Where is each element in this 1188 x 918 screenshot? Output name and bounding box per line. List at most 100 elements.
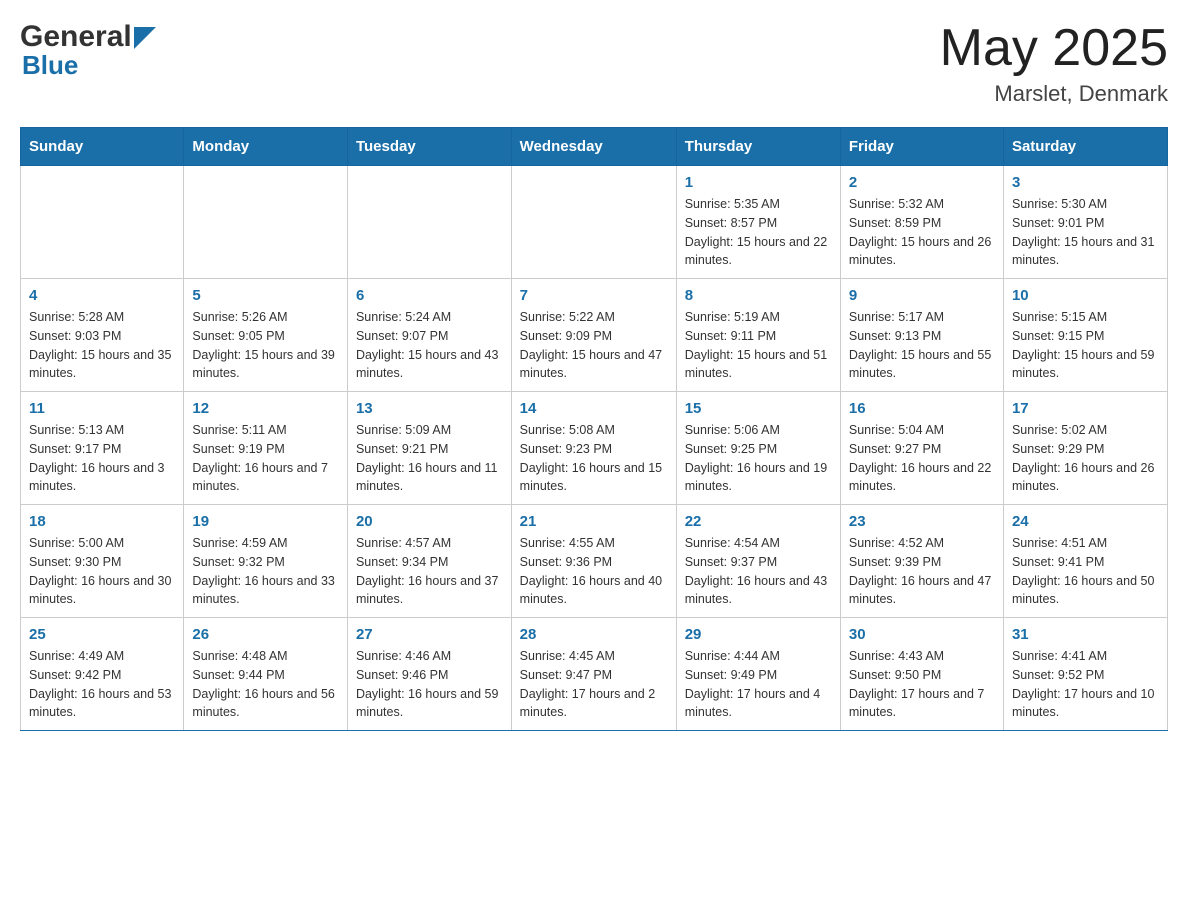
day-number: 22 (685, 513, 832, 530)
day-info: Sunrise: 5:00 AMSunset: 9:30 PMDaylight:… (29, 534, 175, 609)
calendar-cell: 30 Sunrise: 4:43 AMSunset: 9:50 PMDayligh… (840, 618, 1003, 731)
logo-blue: Blue (20, 50, 78, 81)
day-number: 21 (520, 513, 668, 530)
day-number: 6 (356, 287, 503, 304)
day-info: Sunrise: 5:22 AMSunset: 9:09 PMDaylight:… (520, 308, 668, 383)
day-number: 10 (1012, 287, 1159, 304)
logo: General Blue (20, 20, 156, 81)
day-info: Sunrise: 5:28 AMSunset: 9:03 PMDaylight:… (29, 308, 175, 383)
calendar-cell: 13Sunrise: 5:09 AMSunset: 9:21 PMDayligh… (347, 392, 511, 505)
calendar-cell: 14Sunrise: 5:08 AMSunset: 9:23 PMDayligh… (511, 392, 676, 505)
day-number: 28 (520, 626, 668, 643)
calendar-cell: 8 Sunrise: 5:19 AMSunset: 9:11 PMDaylight… (676, 279, 840, 392)
location: Marslet, Denmark (940, 81, 1168, 107)
day-number: 19 (192, 513, 339, 530)
day-number: 14 (520, 400, 668, 417)
calendar-week-2: 4 Sunrise: 5:28 AMSunset: 9:03 PMDaylight… (21, 279, 1168, 392)
page-header: General Blue May 2025 Marslet, Denmark (20, 20, 1168, 107)
title-block: May 2025 Marslet, Denmark (940, 20, 1168, 107)
calendar-cell: 29 Sunrise: 4:44 AMSunset: 9:49 PMDayligh… (676, 618, 840, 731)
calendar-cell: 18 Sunrise: 5:00 AMSunset: 9:30 PMDayligh… (21, 505, 184, 618)
calendar-cell (21, 166, 184, 279)
day-number: 18 (29, 513, 175, 530)
logo-general: General (20, 20, 132, 54)
day-info: Sunrise: 5:24 AMSunset: 9:07 PMDaylight:… (356, 308, 503, 383)
day-info: Sunrise: 4:52 AMSunset: 9:39 PMDaylight:… (849, 534, 995, 609)
day-number: 26 (192, 626, 339, 643)
calendar-cell: 23Sunrise: 4:52 AMSunset: 9:39 PMDayligh… (840, 505, 1003, 618)
day-info: Sunrise: 4:46 AMSunset: 9:46 PMDaylight:… (356, 647, 503, 722)
month-year: May 2025 (940, 20, 1168, 77)
day-number: 11 (29, 400, 175, 417)
day-info: Sunrise: 5:13 AMSunset: 9:17 PMDaylight:… (29, 421, 175, 496)
day-number: 9 (849, 287, 995, 304)
calendar-cell: 20Sunrise: 4:57 AMSunset: 9:34 PMDayligh… (347, 505, 511, 618)
calendar-cell: 17 Sunrise: 5:02 AMSunset: 9:29 PMDayligh… (1003, 392, 1167, 505)
day-number: 4 (29, 287, 175, 304)
calendar-cell: 28 Sunrise: 4:45 AMSunset: 9:47 PMDayligh… (511, 618, 676, 731)
day-info: Sunrise: 4:55 AMSunset: 9:36 PMDaylight:… (520, 534, 668, 609)
day-info: Sunrise: 5:30 AMSunset: 9:01 PMDaylight:… (1012, 195, 1159, 270)
day-number: 16 (849, 400, 995, 417)
calendar-cell: 7 Sunrise: 5:22 AMSunset: 9:09 PMDaylight… (511, 279, 676, 392)
day-info: Sunrise: 5:04 AMSunset: 9:27 PMDaylight:… (849, 421, 995, 496)
calendar-cell: 31Sunrise: 4:41 AMSunset: 9:52 PMDayligh… (1003, 618, 1167, 731)
calendar-cell: 10 Sunrise: 5:15 AMSunset: 9:15 PMDayligh… (1003, 279, 1167, 392)
day-info: Sunrise: 5:06 AMSunset: 9:25 PMDaylight:… (685, 421, 832, 496)
calendar-week-5: 25 Sunrise: 4:49 AMSunset: 9:42 PMDayligh… (21, 618, 1168, 731)
day-info: Sunrise: 5:15 AMSunset: 9:15 PMDaylight:… (1012, 308, 1159, 383)
day-info: Sunrise: 5:11 AMSunset: 9:19 PMDaylight:… (192, 421, 339, 496)
calendar-cell: 15 Sunrise: 5:06 AMSunset: 9:25 PMDayligh… (676, 392, 840, 505)
day-number: 29 (685, 626, 832, 643)
calendar-cell: 22 Sunrise: 4:54 AMSunset: 9:37 PMDayligh… (676, 505, 840, 618)
day-number: 17 (1012, 400, 1159, 417)
calendar-cell: 6 Sunrise: 5:24 AMSunset: 9:07 PMDaylight… (347, 279, 511, 392)
day-info: Sunrise: 5:17 AMSunset: 9:13 PMDaylight:… (849, 308, 995, 383)
calendar-cell: 4 Sunrise: 5:28 AMSunset: 9:03 PMDaylight… (21, 279, 184, 392)
day-info: Sunrise: 5:02 AMSunset: 9:29 PMDaylight:… (1012, 421, 1159, 496)
calendar-cell (184, 166, 348, 279)
day-number: 15 (685, 400, 832, 417)
calendar-cell: 21 Sunrise: 4:55 AMSunset: 9:36 PMDayligh… (511, 505, 676, 618)
day-info: Sunrise: 4:41 AMSunset: 9:52 PMDaylight:… (1012, 647, 1159, 722)
calendar-cell: 19 Sunrise: 4:59 AMSunset: 9:32 PMDayligh… (184, 505, 348, 618)
calendar-cell: 9 Sunrise: 5:17 AMSunset: 9:13 PMDaylight… (840, 279, 1003, 392)
calendar-cell: 11 Sunrise: 5:13 AMSunset: 9:17 PMDayligh… (21, 392, 184, 505)
day-info: Sunrise: 5:19 AMSunset: 9:11 PMDaylight:… (685, 308, 832, 383)
day-info: Sunrise: 4:54 AMSunset: 9:37 PMDaylight:… (685, 534, 832, 609)
day-number: 25 (29, 626, 175, 643)
weekday-header-wednesday: Wednesday (511, 128, 676, 166)
weekday-header-friday: Friday (840, 128, 1003, 166)
day-info: Sunrise: 4:44 AMSunset: 9:49 PMDaylight:… (685, 647, 832, 722)
calendar-cell: 5Sunrise: 5:26 AMSunset: 9:05 PMDaylight… (184, 279, 348, 392)
day-number: 8 (685, 287, 832, 304)
day-number: 27 (356, 626, 503, 643)
weekday-header-row: SundayMondayTuesdayWednesdayThursdayFrid… (21, 128, 1168, 166)
day-number: 7 (520, 287, 668, 304)
calendar-cell: 2Sunrise: 5:32 AMSunset: 8:59 PMDaylight… (840, 166, 1003, 279)
day-info: Sunrise: 4:59 AMSunset: 9:32 PMDaylight:… (192, 534, 339, 609)
calendar-cell: 16 Sunrise: 5:04 AMSunset: 9:27 PMDayligh… (840, 392, 1003, 505)
calendar-cell (347, 166, 511, 279)
day-number: 12 (192, 400, 339, 417)
day-info: Sunrise: 4:45 AMSunset: 9:47 PMDaylight:… (520, 647, 668, 722)
day-info: Sunrise: 5:09 AMSunset: 9:21 PMDaylight:… (356, 421, 503, 496)
weekday-header-monday: Monday (184, 128, 348, 166)
weekday-header-sunday: Sunday (21, 128, 184, 166)
calendar-cell: 24Sunrise: 4:51 AMSunset: 9:41 PMDayligh… (1003, 505, 1167, 618)
day-number: 2 (849, 174, 995, 191)
day-info: Sunrise: 5:26 AMSunset: 9:05 PMDaylight:… (192, 308, 339, 383)
calendar-cell: 26Sunrise: 4:48 AMSunset: 9:44 PMDayligh… (184, 618, 348, 731)
day-number: 3 (1012, 174, 1159, 191)
calendar-cell (511, 166, 676, 279)
day-number: 30 (849, 626, 995, 643)
calendar-week-3: 11 Sunrise: 5:13 AMSunset: 9:17 PMDayligh… (21, 392, 1168, 505)
weekday-header-saturday: Saturday (1003, 128, 1167, 166)
calendar-cell: 12 Sunrise: 5:11 AMSunset: 9:19 PMDayligh… (184, 392, 348, 505)
day-info: Sunrise: 4:43 AMSunset: 9:50 PMDaylight:… (849, 647, 995, 722)
day-number: 24 (1012, 513, 1159, 530)
calendar-week-1: 1Sunrise: 5:35 AMSunset: 8:57 PMDaylight… (21, 166, 1168, 279)
logo-triangle-icon (134, 27, 156, 49)
calendar-table: SundayMondayTuesdayWednesdayThursdayFrid… (20, 127, 1168, 731)
day-info: Sunrise: 4:49 AMSunset: 9:42 PMDaylight:… (29, 647, 175, 722)
